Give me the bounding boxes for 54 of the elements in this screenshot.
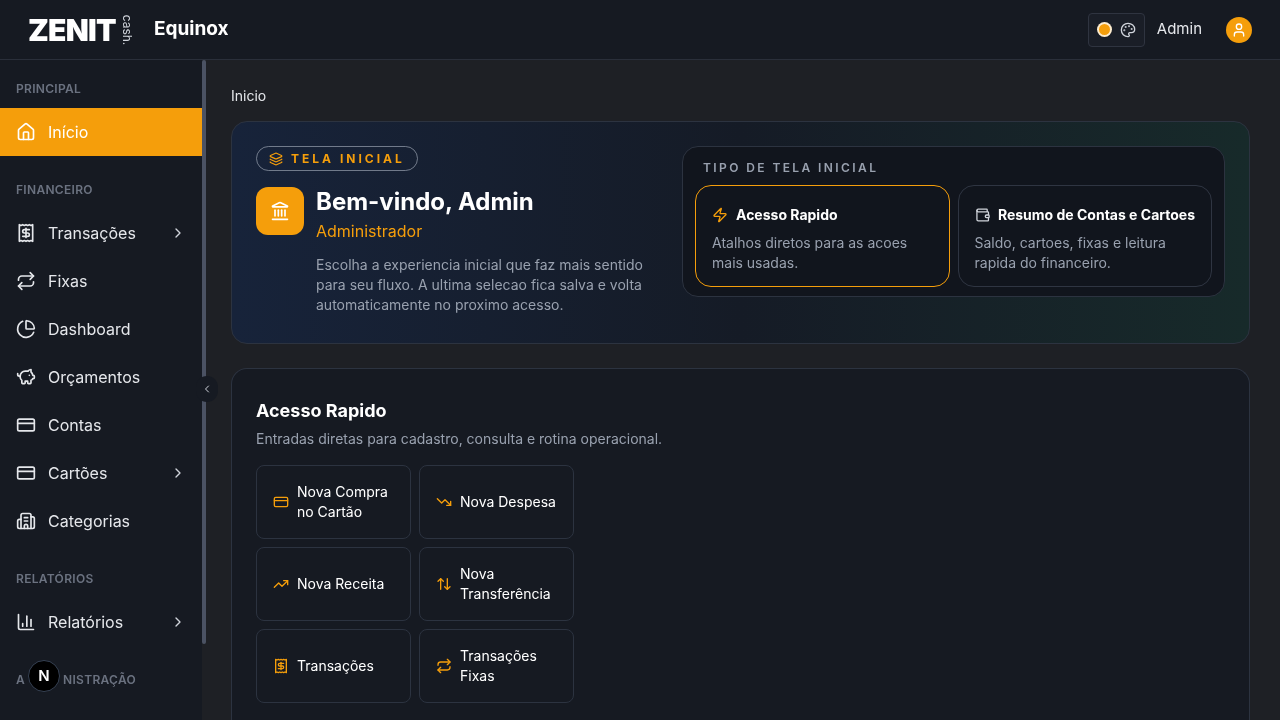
quick-action-button[interactable]: Nova Transferência: [419, 547, 574, 621]
layers-icon: [269, 151, 283, 166]
logo: ZENIT cash.: [28, 12, 134, 47]
start-screen-option[interactable]: Acesso Rapido Atalhos diretos para as acoes mais usadas.: [695, 185, 950, 287]
up-down-arrows-icon: [436, 576, 452, 592]
quick-action-button[interactable]: Transações Fixas: [419, 629, 574, 703]
nav-item[interactable]: Contas: [0, 401, 202, 449]
scrollbar-thumb[interactable]: [202, 60, 206, 644]
section-heading: RELATÓRIOS: [15, 570, 95, 588]
credit-card-icon: [16, 415, 36, 435]
theme-switcher[interactable]: [1087, 12, 1145, 47]
section-heading: NISTRAÇÃO: [63, 671, 136, 689]
pie-chart-icon: [16, 319, 36, 339]
wallet-icon: [974, 206, 990, 223]
credit-card-icon: [273, 494, 289, 510]
quick-access-subtitle: Entradas diretas para cadastro, consulta e rotina operacional.: [256, 429, 664, 449]
piggy-bank-icon: [16, 367, 36, 387]
welcome-title: Bem-vindo, Admin: [316, 187, 535, 217]
nav-item[interactable]: Categorias: [0, 497, 202, 545]
user-avatar[interactable]: [1226, 16, 1252, 43]
quick-access-title: Acesso Rapido: [256, 399, 388, 423]
receipt-icon: [16, 223, 36, 243]
quick-action-button[interactable]: Nova Compra no Cartão: [256, 465, 411, 539]
breadcrumb: Inicio: [231, 86, 268, 104]
bank-icon: [270, 201, 290, 221]
palette-icon: [1119, 21, 1136, 38]
credit-card-icon: [16, 463, 36, 483]
quick-action-button[interactable]: Nova Receita: [256, 547, 411, 621]
nav-item[interactable]: Cartões: [0, 449, 202, 497]
user-name: Admin: [1156, 18, 1202, 41]
repeat-arrows-icon: [436, 658, 452, 674]
section-heading: A: [16, 671, 26, 689]
nav-item[interactable]: Orçamentos: [0, 353, 202, 401]
section-heading: FINANCEIRO: [15, 181, 94, 199]
receipt-icon: [273, 658, 289, 674]
quick-action-button[interactable]: Nova Despesa: [419, 465, 574, 539]
repeat-arrows-icon: [16, 271, 36, 291]
home-icon: [16, 122, 36, 142]
nav-item[interactable]: Fixas: [0, 257, 202, 305]
user-icon: [1231, 21, 1247, 38]
nav-item[interactable]: Relatórios: [0, 598, 202, 646]
nav-item[interactable]: Transações: [0, 209, 202, 257]
welcome-description: Escolha a experiencia inicial que faz mais sentido para seu fluxo. A ultima selecao fica salva e volta automaticamente no proximo acesso.: [316, 255, 644, 315]
nav-item[interactable]: Dashboard: [0, 305, 202, 353]
app-name: Equinox: [153, 16, 229, 43]
start-screen-option[interactable]: Resumo de Contas e Cartoes Saldo, cartoes, fixas e leitura rapida do financeiro.: [957, 185, 1212, 287]
lightning-icon: [712, 206, 728, 223]
picker-title: TIPO DE TELA INICIAL: [702, 159, 880, 177]
quick-action-button[interactable]: Transações: [256, 629, 411, 703]
building-icon: [16, 511, 36, 531]
dev-badge[interactable]: N: [28, 660, 61, 692]
bar-chart-icon: [16, 612, 36, 632]
section-heading: PRINCIPAL: [15, 80, 83, 98]
role-label: Administrador: [316, 220, 424, 243]
